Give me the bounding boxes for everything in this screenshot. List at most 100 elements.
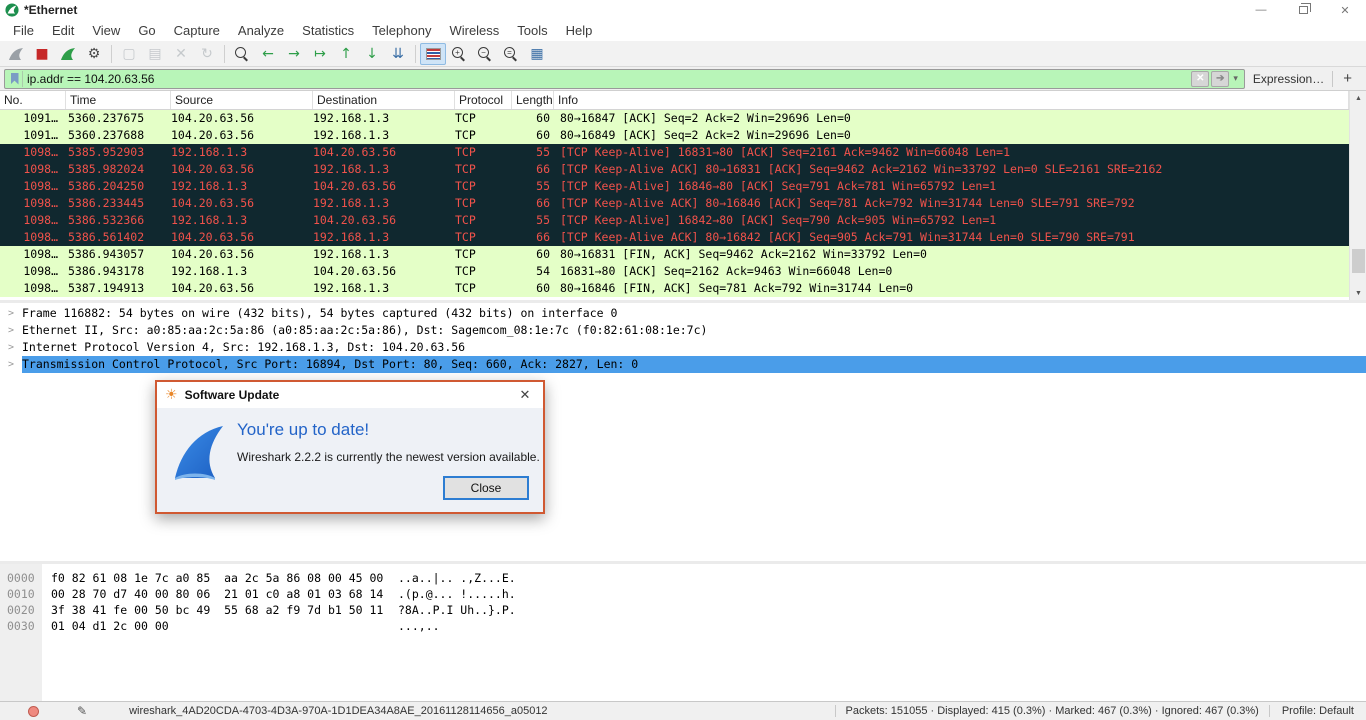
filter-apply-icon[interactable]: ➔ [1211, 70, 1230, 87]
filter-input[interactable] [23, 71, 1190, 86]
restart-capture-icon[interactable] [55, 43, 81, 65]
expression-button[interactable]: Expression… [1245, 72, 1332, 86]
cell-source: 192.168.1.3 [171, 264, 248, 278]
filter-bookmark-icon[interactable] [7, 70, 23, 87]
detail-line[interactable]: > Ethernet II, Src: a0:85:aa:2c:5a:86 (a0… [0, 322, 1366, 339]
column-header-length[interactable]: Length [512, 91, 554, 109]
column-header-destination[interactable]: Destination [313, 91, 455, 109]
menu-item-wireless[interactable]: Wireless [440, 21, 508, 40]
menu-item-go[interactable]: Go [129, 21, 164, 40]
zoom-in-icon[interactable]: + [446, 43, 472, 65]
hex-ascii: ...,.. [398, 619, 440, 633]
packet-row[interactable]: 1098… 5385.952903 192.168.1.3 104.20.63.56 T… [0, 144, 1349, 161]
packet-row[interactable]: 1098… 5386.943057 104.20.63.56 192.168.1.3 T… [0, 246, 1349, 263]
menu-item-statistics[interactable]: Statistics [293, 21, 363, 40]
capture-comment-icon[interactable]: ✎ [77, 704, 87, 718]
cell-info: 80→16831 [FIN, ACK] Seq=9462 Ack=2162 Wi… [560, 247, 927, 261]
menu-item-help[interactable]: Help [557, 21, 602, 40]
column-header-source[interactable]: Source [171, 91, 313, 109]
close-file-icon[interactable]: ✕ [168, 43, 194, 65]
cell-protocol: TCP [455, 213, 476, 227]
save-file-icon[interactable]: ▤ [142, 43, 168, 65]
add-filter-button[interactable]: + [1333, 70, 1362, 87]
cell-info: [TCP Keep-Alive ACK] 80→16831 [ACK] Seq=… [560, 162, 1163, 176]
packet-row[interactable]: 1098… 5386.561402 104.20.63.56 192.168.1.3 T… [0, 229, 1349, 246]
cell-length: 66 [536, 230, 550, 244]
go-first-icon[interactable]: ↑ [333, 43, 359, 65]
packet-row[interactable]: 1098… 5386.532366 192.168.1.3 104.20.63.56 T… [0, 212, 1349, 229]
cell-no: 1098… [23, 281, 58, 295]
column-header-info[interactable]: Info [554, 91, 1349, 109]
go-last-icon[interactable]: ↓ [359, 43, 385, 65]
dialog-close-button[interactable]: Close [443, 476, 529, 500]
cell-destination: 192.168.1.3 [313, 247, 390, 261]
close-button[interactable]: ✕ [1324, 0, 1366, 20]
expand-chevron-icon[interactable]: > [0, 356, 22, 373]
hex-row[interactable]: 0020 3f 38 41 fe 00 50 bc 49 55 68 a2 f9 … [0, 602, 1366, 618]
cell-length: 55 [536, 213, 550, 227]
packet-row[interactable]: 1098… 5386.233445 104.20.63.56 192.168.1.3 T… [0, 195, 1349, 212]
hex-row[interactable]: 0030 01 04 d1 2c 00 00...,.. [0, 618, 1366, 634]
zoom-reset-icon[interactable]: = [498, 43, 524, 65]
expand-chevron-icon[interactable]: > [0, 305, 22, 322]
menu-bar: File Edit View Go Capture Analyze Statistics Te… [0, 20, 1366, 41]
menu-item-file[interactable]: File [4, 21, 43, 40]
menu-item-view[interactable]: View [83, 21, 129, 40]
column-header-no[interactable]: No. [0, 91, 66, 109]
open-file-icon[interactable]: ▢ [116, 43, 142, 65]
go-back-icon[interactable]: ← [255, 43, 281, 65]
filter-dropdown-icon[interactable]: ▾ [1229, 73, 1242, 84]
filter-clear-icon[interactable]: ✕ [1191, 70, 1210, 87]
go-to-packet-icon[interactable]: ↦ [307, 43, 333, 65]
go-forward-icon[interactable]: → [281, 43, 307, 65]
scrollbar-thumb[interactable] [1352, 249, 1365, 273]
cell-protocol: TCP [455, 179, 476, 193]
resize-columns-icon[interactable]: ▦ [524, 43, 550, 65]
stop-capture-icon[interactable]: ■ [29, 43, 55, 65]
detail-line[interactable]: > Transmission Control Protocol, Src Port… [0, 356, 1366, 373]
menu-item-edit[interactable]: Edit [43, 21, 83, 40]
packet-row[interactable]: 1098… 5386.943178 192.168.1.3 104.20.63.56 T… [0, 263, 1349, 280]
cell-length: 54 [536, 264, 550, 278]
scroll-up-icon[interactable]: ▲ [1350, 91, 1366, 106]
maximize-button[interactable] [1282, 0, 1324, 20]
auto-scroll-icon[interactable]: ⇊ [385, 43, 411, 65]
packet-row[interactable]: 1091… 5360.237675 104.20.63.56 192.168.1.3 T… [0, 110, 1349, 127]
expert-info-icon[interactable] [28, 705, 39, 717]
wireshark-fin-logo [175, 426, 223, 480]
cell-source: 104.20.63.56 [171, 196, 255, 210]
packet-row[interactable]: 1098… 5387.194913 104.20.63.56 192.168.1.3 T… [0, 280, 1349, 297]
column-header-time[interactable]: Time [66, 91, 171, 109]
cell-source: 104.20.63.56 [171, 162, 255, 176]
column-header-protocol[interactable]: Protocol [455, 91, 512, 109]
dialog-heading: You're up to date! [237, 420, 370, 439]
capture-options-icon[interactable]: ⚙ [81, 43, 107, 65]
detail-line[interactable]: > Frame 116882: 54 bytes on wire (432 bit… [0, 305, 1366, 322]
expand-chevron-icon[interactable]: > [0, 322, 22, 339]
find-packet-icon[interactable] [229, 43, 255, 65]
minimize-button[interactable]: — [1240, 0, 1282, 20]
cell-protocol: TCP [455, 196, 476, 210]
cell-destination: 192.168.1.3 [313, 128, 390, 142]
expand-chevron-icon[interactable]: > [0, 339, 22, 356]
hex-row[interactable]: 0010 00 28 70 d7 40 00 80 06 21 01 c0 a8 … [0, 586, 1366, 602]
zoom-out-icon[interactable]: − [472, 43, 498, 65]
dialog-close-icon[interactable]: ✕ [515, 388, 535, 403]
packet-row[interactable]: 1098… 5386.204250 192.168.1.3 104.20.63.56 T… [0, 178, 1349, 195]
menu-item-telephony[interactable]: Telephony [363, 21, 440, 40]
reload-file-icon[interactable]: ↻ [194, 43, 220, 65]
display-filter-field[interactable]: ✕ ➔ ▾ [4, 68, 1245, 89]
profile-selector[interactable]: Profile: Default [1268, 705, 1366, 717]
menu-item-analyze[interactable]: Analyze [229, 21, 293, 40]
menu-item-capture[interactable]: Capture [165, 21, 229, 40]
start-capture-icon[interactable] [3, 43, 29, 65]
packet-row[interactable]: 1091… 5360.237688 104.20.63.56 192.168.1.3 T… [0, 127, 1349, 144]
scroll-down-icon[interactable]: ▼ [1350, 286, 1366, 301]
hex-row[interactable]: 0000 f0 82 61 08 1e 7c a0 85 aa 2c 5a 86 … [0, 570, 1366, 586]
packet-row[interactable]: 1098… 5385.982024 104.20.63.56 192.168.1.3 T… [0, 161, 1349, 178]
detail-line[interactable]: > Internet Protocol Version 4, Src: 192.1… [0, 339, 1366, 356]
colorize-icon[interactable] [420, 42, 446, 65]
menu-item-tools[interactable]: Tools [508, 21, 556, 40]
cell-destination: 104.20.63.56 [313, 213, 397, 227]
packet-list-scrollbar[interactable]: ▲ ▼ [1349, 91, 1366, 301]
